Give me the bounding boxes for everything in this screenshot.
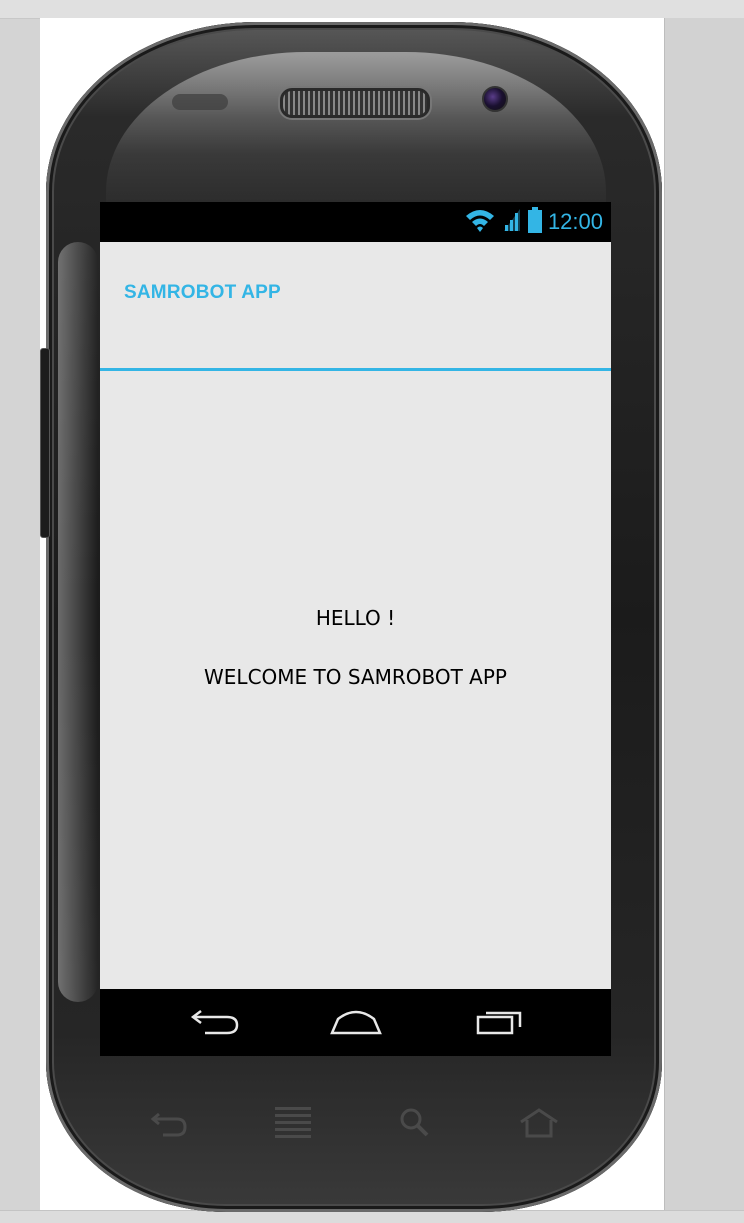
app-title: SAMROBOT APP (124, 282, 281, 303)
wifi-icon (464, 207, 496, 237)
nav-home-button[interactable] (326, 1009, 386, 1037)
right-gutter (664, 18, 744, 1210)
welcome-text: WELCOME TO SAMROBOT APP (204, 665, 507, 689)
status-bar: 12:00 (100, 202, 611, 242)
back-icon (189, 1007, 241, 1039)
status-icons: 12:00 (464, 207, 603, 237)
phone-gloss (106, 52, 606, 222)
home-icon (517, 1106, 561, 1144)
phone-screen: 12:00 SAMROBOT APP HELLO ! WELCOME TO SA… (100, 202, 611, 1056)
menu-icon (273, 1105, 313, 1145)
back-icon (149, 1108, 189, 1142)
hw-menu-key[interactable] (268, 1100, 318, 1150)
window-top-bar (0, 0, 744, 19)
battery-icon (527, 207, 542, 237)
phone-side-gloss (58, 242, 98, 1002)
status-clock: 12:00 (547, 209, 603, 234)
nav-recent-button[interactable] (470, 1009, 530, 1037)
proximity-sensor (172, 94, 228, 110)
search-icon (397, 1105, 433, 1145)
hw-back-key[interactable] (144, 1100, 194, 1150)
hardware-keys (100, 1100, 611, 1160)
earpiece-speaker (280, 88, 430, 118)
home-icon (328, 1007, 384, 1039)
hw-search-key[interactable] (390, 1100, 440, 1150)
recent-apps-icon (474, 1007, 526, 1039)
front-camera (482, 86, 508, 112)
action-bar (100, 242, 611, 372)
greeting-text: HELLO ! (315, 606, 396, 630)
navigation-bar (100, 989, 611, 1056)
hw-home-key[interactable] (514, 1100, 564, 1150)
phone-side-button[interactable] (40, 348, 50, 538)
nav-back-button[interactable] (185, 1009, 245, 1037)
signal-icon (502, 207, 522, 237)
